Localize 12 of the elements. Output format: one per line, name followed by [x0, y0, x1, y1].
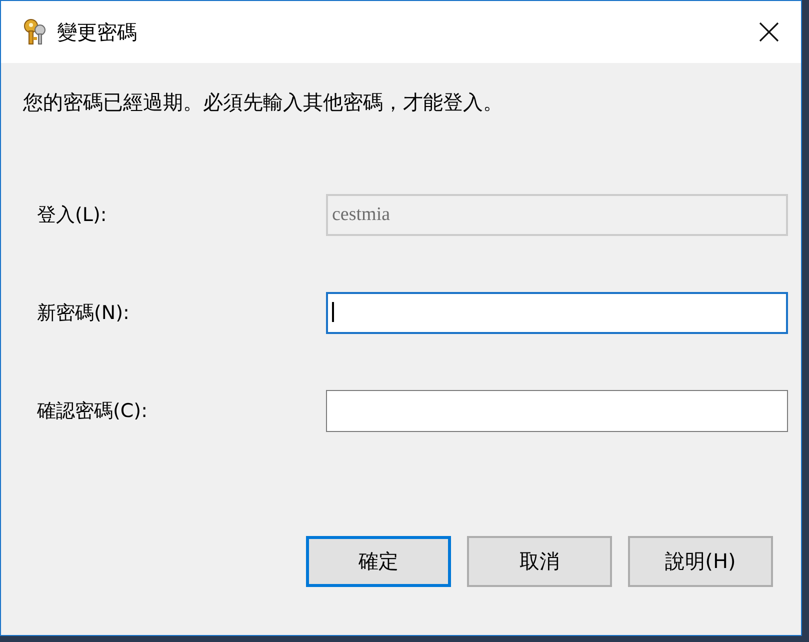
input-field[interactable] — [326, 292, 788, 334]
input-field[interactable] — [326, 390, 788, 432]
text-caret — [332, 302, 334, 322]
dialog-button[interactable]: 確定 — [306, 536, 451, 587]
dialog-button[interactable]: 說明(H) — [628, 536, 773, 587]
window-title: 變更密碼 — [57, 18, 138, 46]
close-icon[interactable] — [759, 22, 779, 42]
dialog-button[interactable]: 取消 — [467, 536, 612, 587]
message-text: 您的密碼已經過期。必須先輸入其他密碼，才能登入。 — [23, 89, 504, 116]
field-label: 確認密碼(C): — [37, 399, 148, 424]
field-label: 新密碼(N): — [37, 301, 130, 326]
field-label: 登入(L): — [37, 203, 108, 228]
